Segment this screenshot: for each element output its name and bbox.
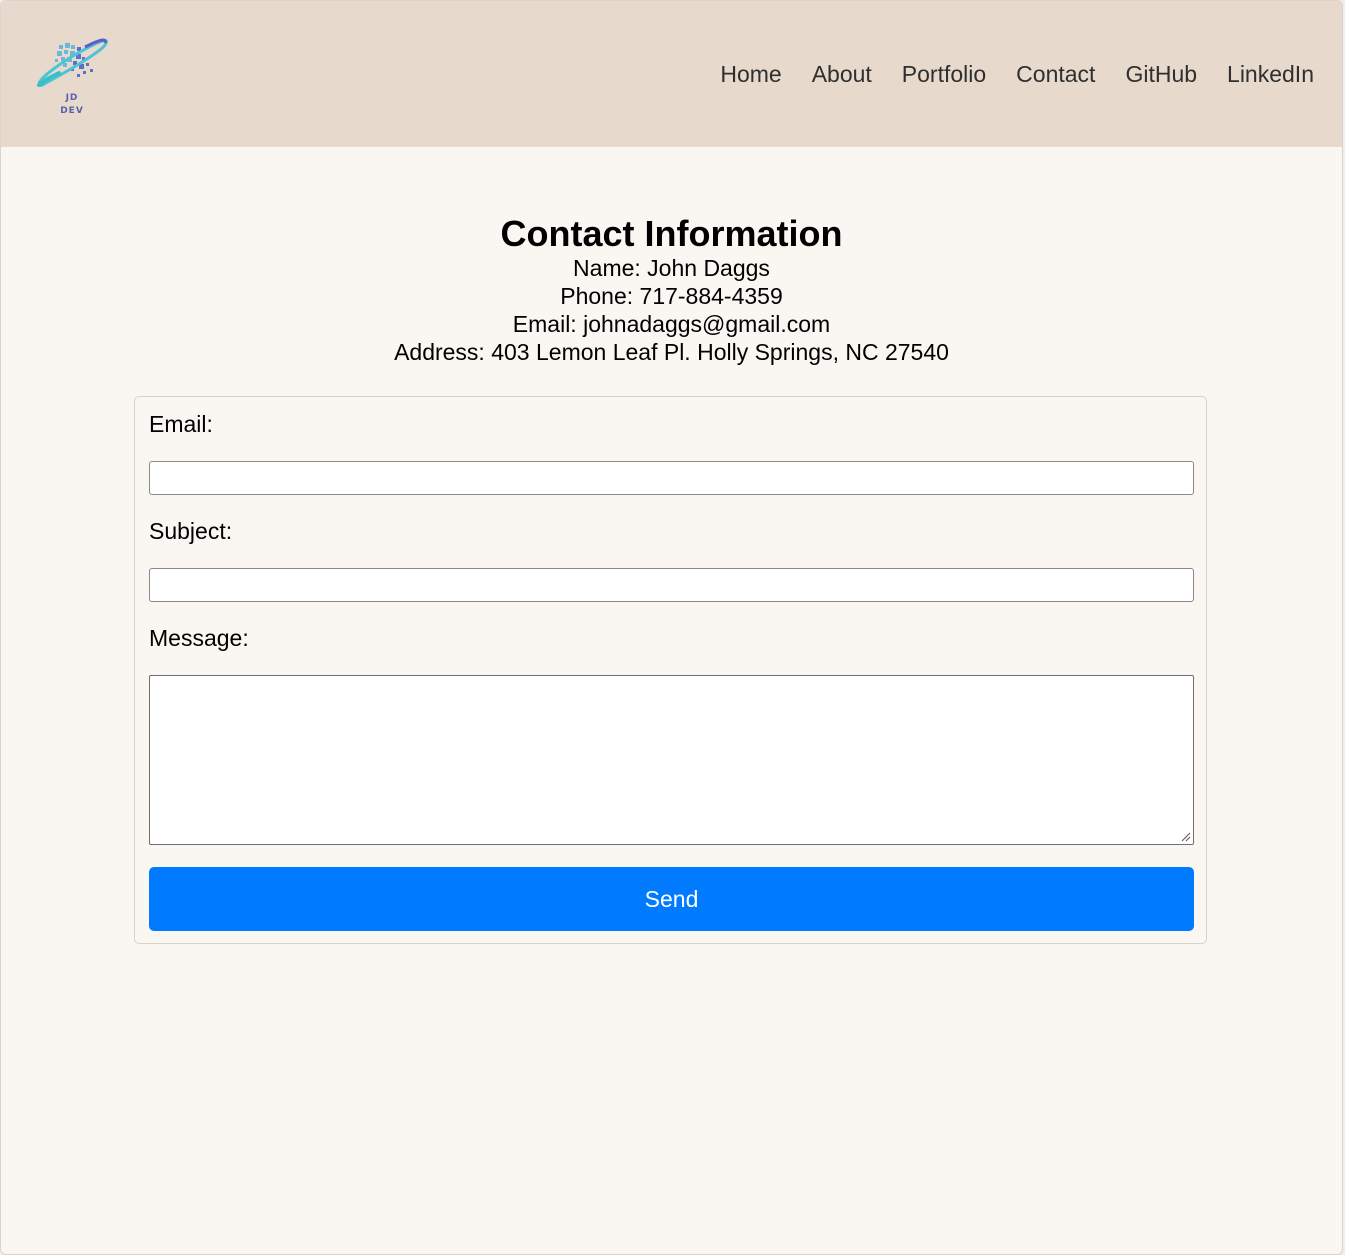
nav-contact-link[interactable]: Contact (1016, 59, 1095, 89)
contact-phone: Phone: 717-884-4359 (560, 283, 783, 309)
subject-label: Subject: (149, 518, 233, 544)
logo-text-jd: JD (65, 93, 79, 103)
nav-portfolio-link[interactable]: Portfolio (902, 59, 986, 89)
page: JD DEV Home About Portfolio Contact GitH… (0, 0, 1343, 1255)
nav-github-link[interactable]: GitHub (1125, 59, 1197, 89)
planet-logo-icon (37, 38, 108, 87)
nav-home-link[interactable]: Home (720, 59, 781, 89)
message-label: Message: (149, 625, 249, 651)
contact-email: Email: johnadaggs@gmail.com (512, 311, 831, 337)
email-label: Email: (149, 411, 213, 437)
page-title: Contact Information (500, 213, 843, 254)
contact-form: Email: Subject: Message: Send (134, 396, 1207, 944)
nav-linkedin-link[interactable]: LinkedIn (1227, 59, 1314, 89)
subject-field[interactable] (149, 568, 1194, 602)
resize-grip-icon[interactable] (1181, 832, 1191, 842)
contact-address: Address: 403 Lemon Leaf Pl. Holly Spring… (394, 339, 949, 365)
contact-name: Name: John Daggs (573, 255, 770, 281)
logo-text-dev: DEV (60, 106, 84, 116)
nav-about-link[interactable]: About (812, 59, 872, 89)
main-nav: Home About Portfolio Contact GitHub Link… (720, 59, 1314, 89)
email-field[interactable] (149, 461, 1194, 495)
message-field[interactable] (149, 675, 1194, 845)
contact-information: Contact Information Name: John Daggs Pho… (1, 214, 1342, 366)
logo[interactable]: JD DEV (35, 33, 109, 119)
send-button[interactable]: Send (149, 867, 1194, 931)
site-header: JD DEV Home About Portfolio Contact GitH… (1, 1, 1342, 147)
